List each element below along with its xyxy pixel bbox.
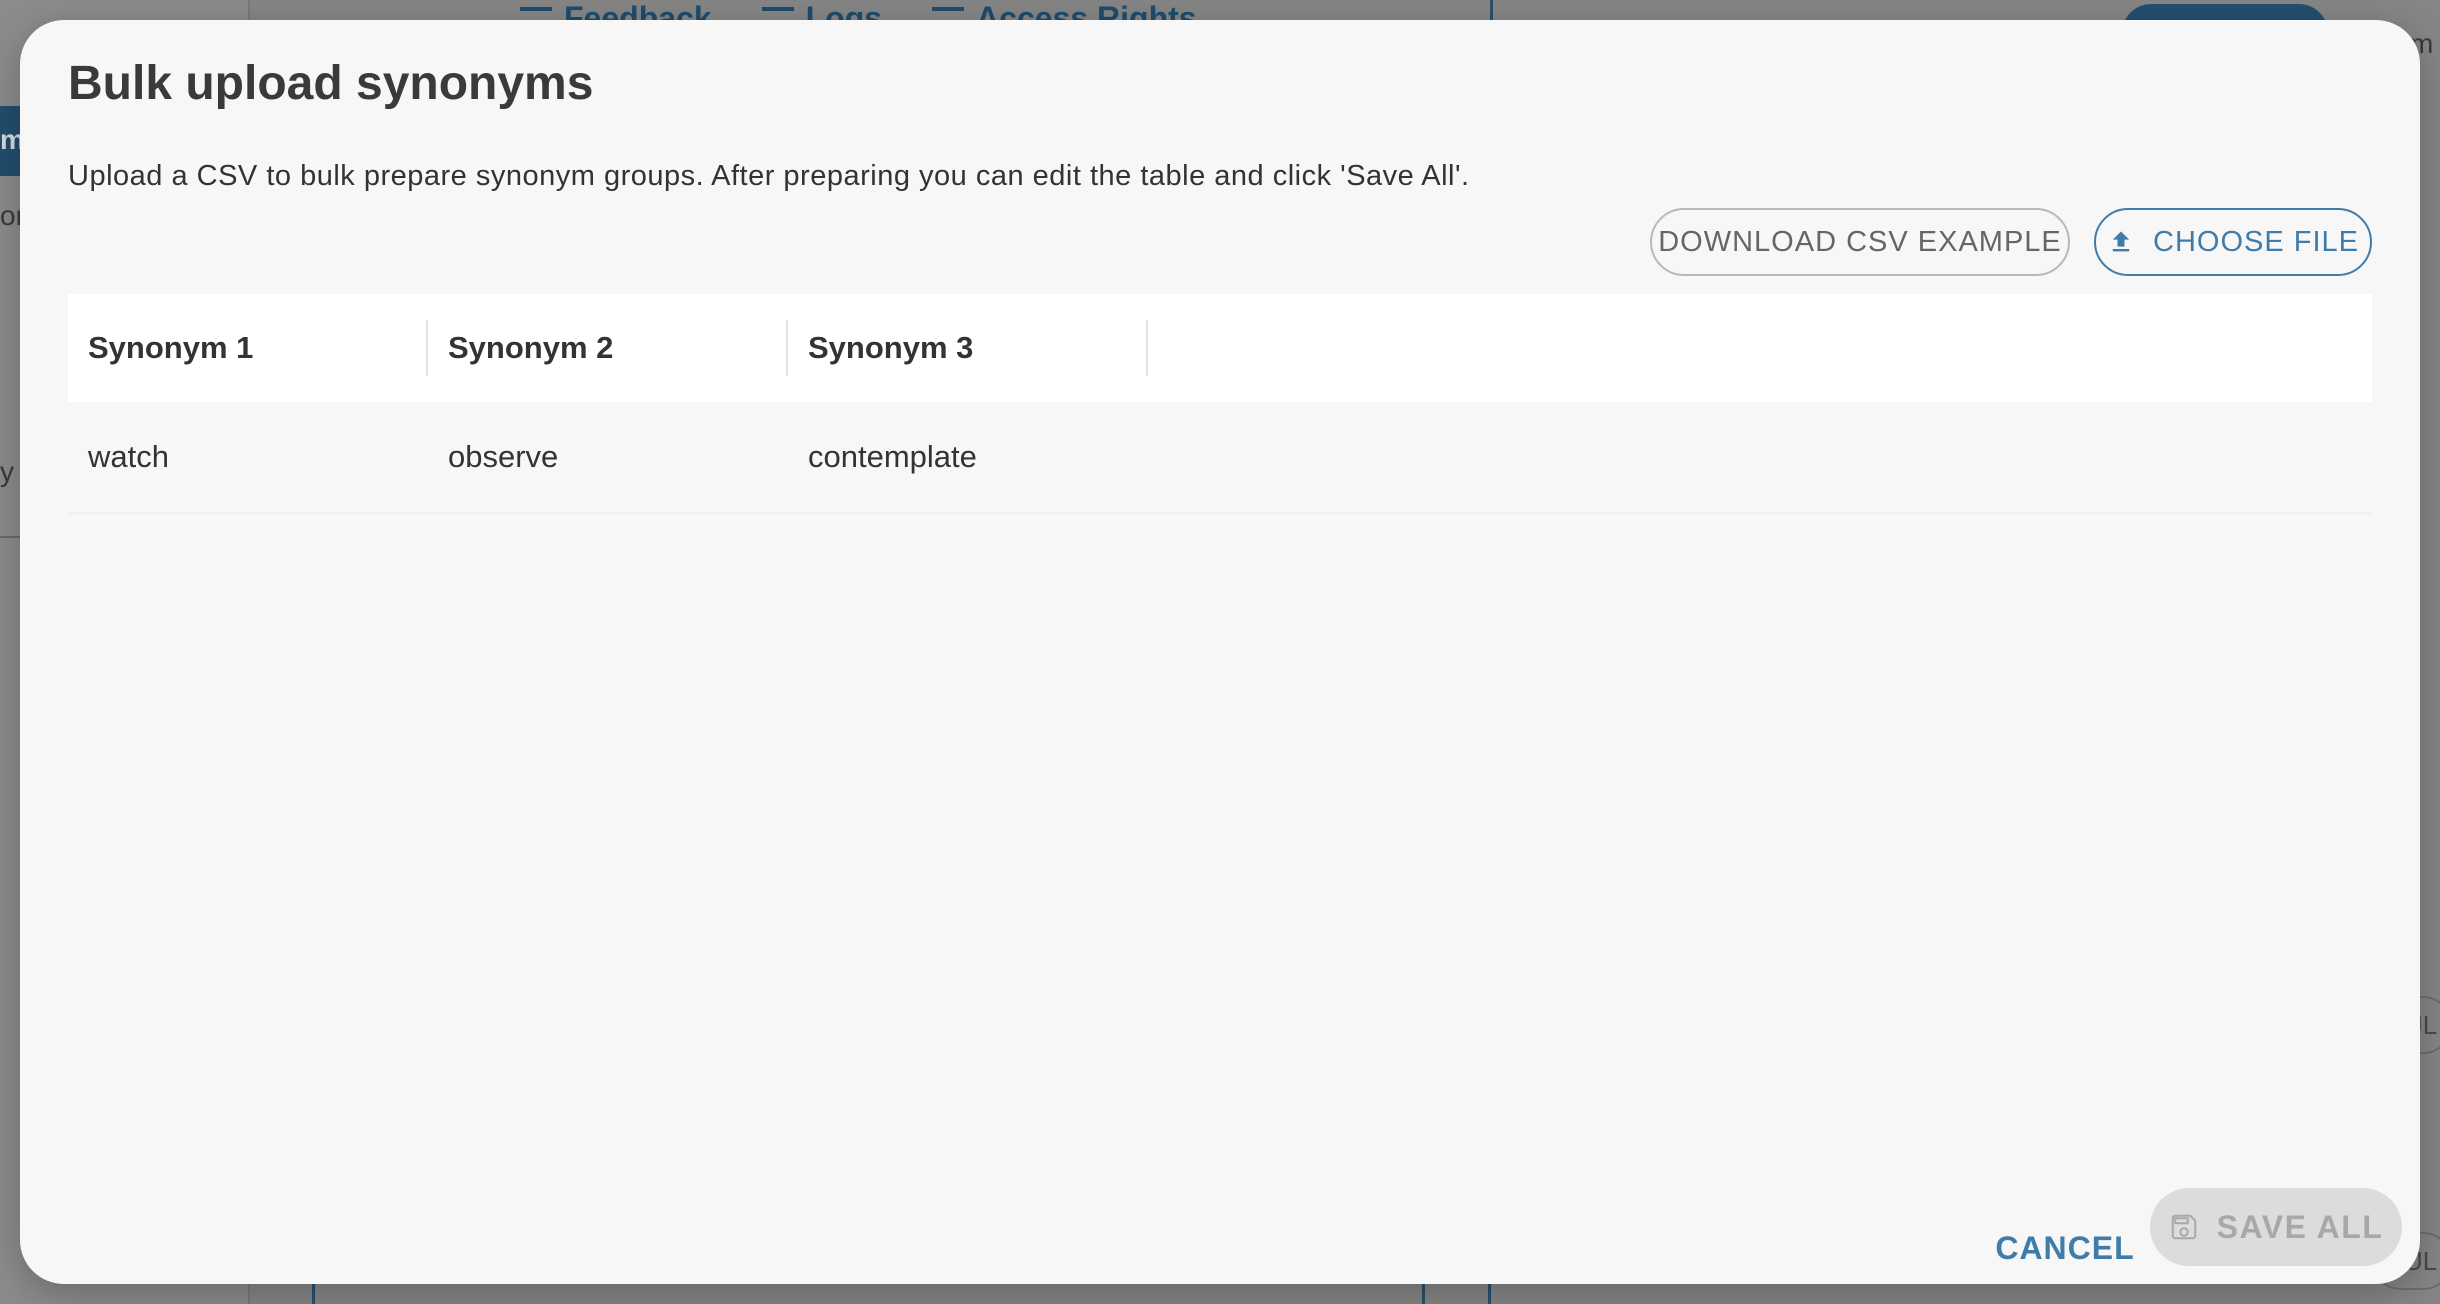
background-divider <box>1488 1284 1491 1304</box>
table-cell[interactable]: observe <box>428 439 788 475</box>
download-csv-example-button[interactable]: DOWNLOAD CSV EXAMPLE <box>1650 208 2070 276</box>
column-header[interactable]: Synonym 3 <box>788 294 1148 402</box>
cancel-label: CANCEL <box>1995 1229 2135 1266</box>
download-csv-example-label: DOWNLOAD CSV EXAMPLE <box>1658 225 2062 258</box>
bulk-upload-dialog: Bulk upload synonyms Upload a CSV to bul… <box>20 20 2420 1284</box>
save-all-label: SAVE ALL <box>2216 1208 2384 1245</box>
dialog-description: Upload a CSV to bulk prepare synonym gro… <box>68 160 1470 192</box>
choose-file-label: CHOOSE FILE <box>2153 225 2359 258</box>
column-header[interactable]: Synonym 2 <box>428 294 788 402</box>
table-cell[interactable]: contemplate <box>788 439 1148 475</box>
column-header[interactable]: Synonym 1 <box>68 294 428 402</box>
background-divider <box>312 1284 315 1304</box>
save-icon <box>2171 1214 2196 1240</box>
choose-file-button[interactable]: CHOOSE FILE <box>2094 208 2372 276</box>
cancel-button[interactable]: CANCEL <box>1986 1210 2144 1286</box>
background-divider <box>1422 1284 1425 1304</box>
table-row: watch observe contemplate <box>68 402 2372 514</box>
dialog-title: Bulk upload synonyms <box>68 57 594 110</box>
upload-icon <box>2112 231 2130 252</box>
background-left-fragment: y <box>0 456 14 487</box>
table-cell[interactable]: watch <box>68 439 428 475</box>
background-divider <box>1490 0 1493 20</box>
save-all-button[interactable]: SAVE ALL <box>2150 1188 2402 1266</box>
table-header: Synonym 1 Synonym 2 Synonym 3 <box>68 294 2372 402</box>
synonyms-table: Synonym 1 Synonym 2 Synonym 3 watch obse… <box>68 294 2372 514</box>
